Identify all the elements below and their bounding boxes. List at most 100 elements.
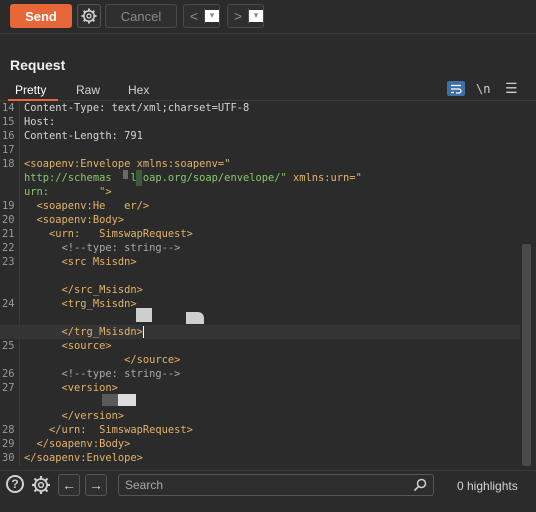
code-line[interactable]: 22 <!--type: string--> <box>0 241 520 255</box>
code-line[interactable] <box>0 395 520 409</box>
code-line[interactable]: 23 <src Msisdn> <box>0 255 520 269</box>
code-token: </soapenv:Body> <box>24 438 131 450</box>
next-match-button[interactable]: → <box>85 474 107 496</box>
hamburger-menu-icon[interactable]: ☰ <box>505 80 518 97</box>
code-line[interactable]: </version> <box>0 409 520 423</box>
line-number: 15 <box>2 116 15 128</box>
message-editor[interactable]: 14 Content-Type: text/xml;charset=UTF-8 15… <box>0 101 536 466</box>
code-line[interactable]: 26 <!--type: string--> <box>0 367 520 381</box>
code-line[interactable]: 27 <version> <box>0 381 520 395</box>
code-line[interactable]: </src_Msisdn> <box>0 283 520 297</box>
code-token: </src_Msisdn> <box>24 284 143 296</box>
search-field[interactable] <box>118 474 434 496</box>
code-line[interactable]: 19 <soapenv:He er/> <box>0 199 520 213</box>
line-number: 22 <box>2 242 15 254</box>
line-text: </source> <box>24 353 180 367</box>
code-token: <soapenv:Body> <box>24 214 125 226</box>
line-number: 16 <box>2 130 15 142</box>
line-number: 24 <box>2 298 15 310</box>
code-line[interactable]: 18 <soapenv:Envelope xmlns:soapenv=" <box>0 157 520 171</box>
line-text: <soapenv:Body> <box>24 213 125 227</box>
back-arrow-icon[interactable]: < <box>184 8 204 24</box>
arrow-left-icon: ← <box>62 477 76 493</box>
redaction <box>136 308 152 322</box>
line-text: urn: "> <box>24 185 112 199</box>
code-token: <!--type: string--> <box>24 368 181 380</box>
line-number: 14 <box>2 102 15 114</box>
code-line[interactable]: </source> <box>0 353 520 367</box>
code-line[interactable]: 20 <soapenv:Body> <box>0 213 520 227</box>
code-token: <!--type: string--> <box>24 242 181 254</box>
tab-raw[interactable]: Raw <box>76 83 100 97</box>
word-wrap-icon[interactable] <box>447 81 465 96</box>
back-button-group[interactable]: < ▾ <box>183 4 220 28</box>
send-button[interactable]: Send <box>10 4 72 28</box>
code-line[interactable]: 28 </urn: SimswapRequest> <box>0 423 520 437</box>
gear-icon[interactable] <box>31 475 51 495</box>
code-line[interactable]: urn: "> <box>0 185 520 199</box>
code-line[interactable]: </trg_Msisdn> <box>0 325 520 339</box>
code-line[interactable]: http://schemas lsoap.org/soap/envelope/"… <box>0 171 520 185</box>
line-text: <!--type: string--> <box>24 367 181 381</box>
code-token: xmlns:soapenv=" <box>136 158 231 170</box>
previous-match-button[interactable]: ← <box>58 474 80 496</box>
highlight-count: 0 highlights <box>457 479 518 493</box>
code-token: urn: " <box>24 186 106 198</box>
code-token: http://schemas lsoap.org/soap/envelope/" <box>24 172 287 184</box>
code-token: Content-Length: 791 <box>24 130 143 142</box>
line-number: 23 <box>2 256 15 268</box>
search-icon[interactable] <box>413 478 427 492</box>
code-line[interactable]: 29 </soapenv:Body> <box>0 437 520 451</box>
search-input[interactable] <box>125 478 405 492</box>
line-text: </src_Msisdn> <box>24 283 143 297</box>
code-line[interactable]: 15 Host: <box>0 115 520 129</box>
code-token: <trg_Msisdn> <box>24 298 137 310</box>
line-text: <source> <box>24 339 112 353</box>
chevron-down-icon[interactable]: ▾ <box>249 10 263 22</box>
scrollbar-thumb[interactable] <box>522 244 531 466</box>
arrow-right-icon: → <box>89 477 103 493</box>
code-token: xmlns:urn=" <box>286 172 362 184</box>
code-line[interactable]: 24 <trg_Msisdn> <box>0 297 520 311</box>
line-text: <soapenv:Envelope xmlns:soapenv=" <box>24 157 230 171</box>
code-line[interactable]: 30 </soapenv:Envelope> <box>0 451 520 465</box>
line-text: </urn: SimswapRequest> <box>24 423 193 437</box>
line-text: <trg_Msisdn> <box>24 297 137 311</box>
code-line[interactable]: 21 <urn: SimswapRequest> <box>0 227 520 241</box>
gear-icon <box>81 8 97 24</box>
line-number: 29 <box>2 438 15 450</box>
code-line[interactable] <box>0 269 520 283</box>
forward-button-group[interactable]: > ▾ <box>227 4 264 28</box>
code-line[interactable] <box>0 311 520 325</box>
forward-arrow-icon[interactable]: > <box>228 8 248 24</box>
tab-hex[interactable]: Hex <box>128 83 149 97</box>
line-number: 25 <box>2 340 15 352</box>
code-token: <soapenv:Envelope <box>24 158 137 170</box>
code-line[interactable]: 16 Content-Length: 791 <box>0 129 520 143</box>
line-text: <soapenv:He er/> <box>24 199 150 213</box>
code-line[interactable]: 25 <source> <box>0 339 520 353</box>
chevron-down-icon[interactable]: ▾ <box>205 10 219 22</box>
line-text: Content-Length: 791 <box>24 129 143 143</box>
cancel-button[interactable]: Cancel <box>105 4 177 28</box>
tab-pretty[interactable]: Pretty <box>15 83 46 97</box>
line-number: 18 <box>2 158 15 170</box>
line-number: 20 <box>2 214 15 226</box>
show-newlines-icon[interactable]: \n <box>476 82 490 96</box>
code-line[interactable]: 14 Content-Type: text/xml;charset=UTF-8 <box>0 101 520 115</box>
line-number: 17 <box>2 144 15 156</box>
line-text: http://schemas lsoap.org/soap/envelope/"… <box>24 171 362 185</box>
line-text: </trg_Msisdn> <box>24 325 144 339</box>
line-number: 26 <box>2 368 15 380</box>
code-token: </version> <box>24 410 125 422</box>
help-icon[interactable]: ? <box>6 475 24 493</box>
code-token: </source> <box>24 354 181 366</box>
line-text: </soapenv:Body> <box>24 437 131 451</box>
code-line[interactable]: 17 <box>0 143 520 157</box>
code-token: </urn: SimswapRequest> <box>24 424 193 436</box>
code-token: <soapenv:He er/> <box>24 200 150 212</box>
line-text: Host: <box>24 115 62 129</box>
code-token: <urn: SimswapRequest> <box>24 228 193 240</box>
redaction <box>118 394 136 406</box>
settings-button[interactable] <box>77 4 101 28</box>
